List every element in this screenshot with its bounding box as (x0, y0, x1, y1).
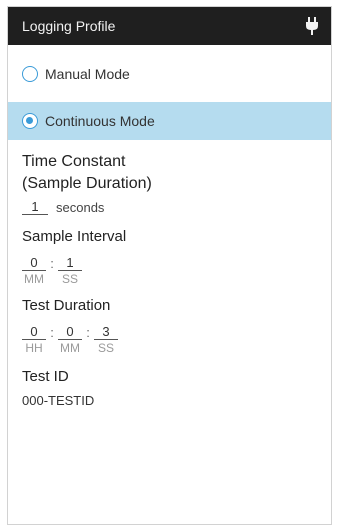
sample-interval-minutes-field[interactable]: 0 (22, 255, 46, 271)
test-duration-seconds-field[interactable]: 3 (94, 324, 118, 340)
sample-interval-section: Sample Interval 0 : 1 MM SS (8, 227, 331, 286)
continuous-mode-label: Continuous Mode (45, 113, 155, 129)
time-separator: : (50, 256, 54, 271)
test-id-section: Test ID 000-TESTID (8, 367, 331, 408)
test-id-title: Test ID (22, 368, 69, 385)
time-constant-subtitle: (Sample Duration) (22, 175, 152, 192)
minutes-unit-label: MM (60, 341, 80, 355)
continuous-mode-radio[interactable] (22, 113, 38, 129)
panel-title: Logging Profile (22, 18, 116, 34)
time-separator: : (86, 325, 90, 340)
test-duration-minutes-field[interactable]: 0 (58, 324, 82, 340)
manual-mode-radio[interactable] (22, 66, 38, 82)
sample-interval-seconds-field[interactable]: 1 (58, 255, 82, 271)
continuous-mode-option[interactable]: Continuous Mode (8, 102, 331, 140)
logging-profile-panel: Logging Profile Manual Mode Continuous M… (7, 6, 332, 525)
time-constant-unit: seconds (56, 200, 105, 215)
manual-mode-label: Manual Mode (45, 66, 130, 82)
test-duration-hours-field[interactable]: 0 (22, 324, 46, 340)
seconds-unit-label: SS (97, 341, 114, 355)
plug-icon[interactable] (305, 17, 319, 35)
time-constant-section: Time Constant (Sample Duration) 1 second… (8, 151, 331, 215)
test-duration-title: Test Duration (22, 297, 111, 314)
panel-header: Logging Profile (8, 7, 331, 45)
test-id-value-field[interactable]: 000-TESTID (22, 393, 331, 408)
test-duration-section: Test Duration 0 : 0 : 3 HH MM SS (8, 296, 331, 355)
sample-interval-title: Sample Interval (22, 228, 127, 245)
hours-unit-label: HH (25, 341, 43, 355)
minutes-unit-label: MM (24, 272, 44, 286)
manual-mode-option[interactable]: Manual Mode (8, 55, 331, 93)
time-separator: : (50, 325, 54, 340)
time-constant-value-field[interactable]: 1 (22, 199, 48, 215)
time-constant-title: Time Constant (22, 153, 126, 170)
seconds-unit-label: SS (61, 272, 78, 286)
